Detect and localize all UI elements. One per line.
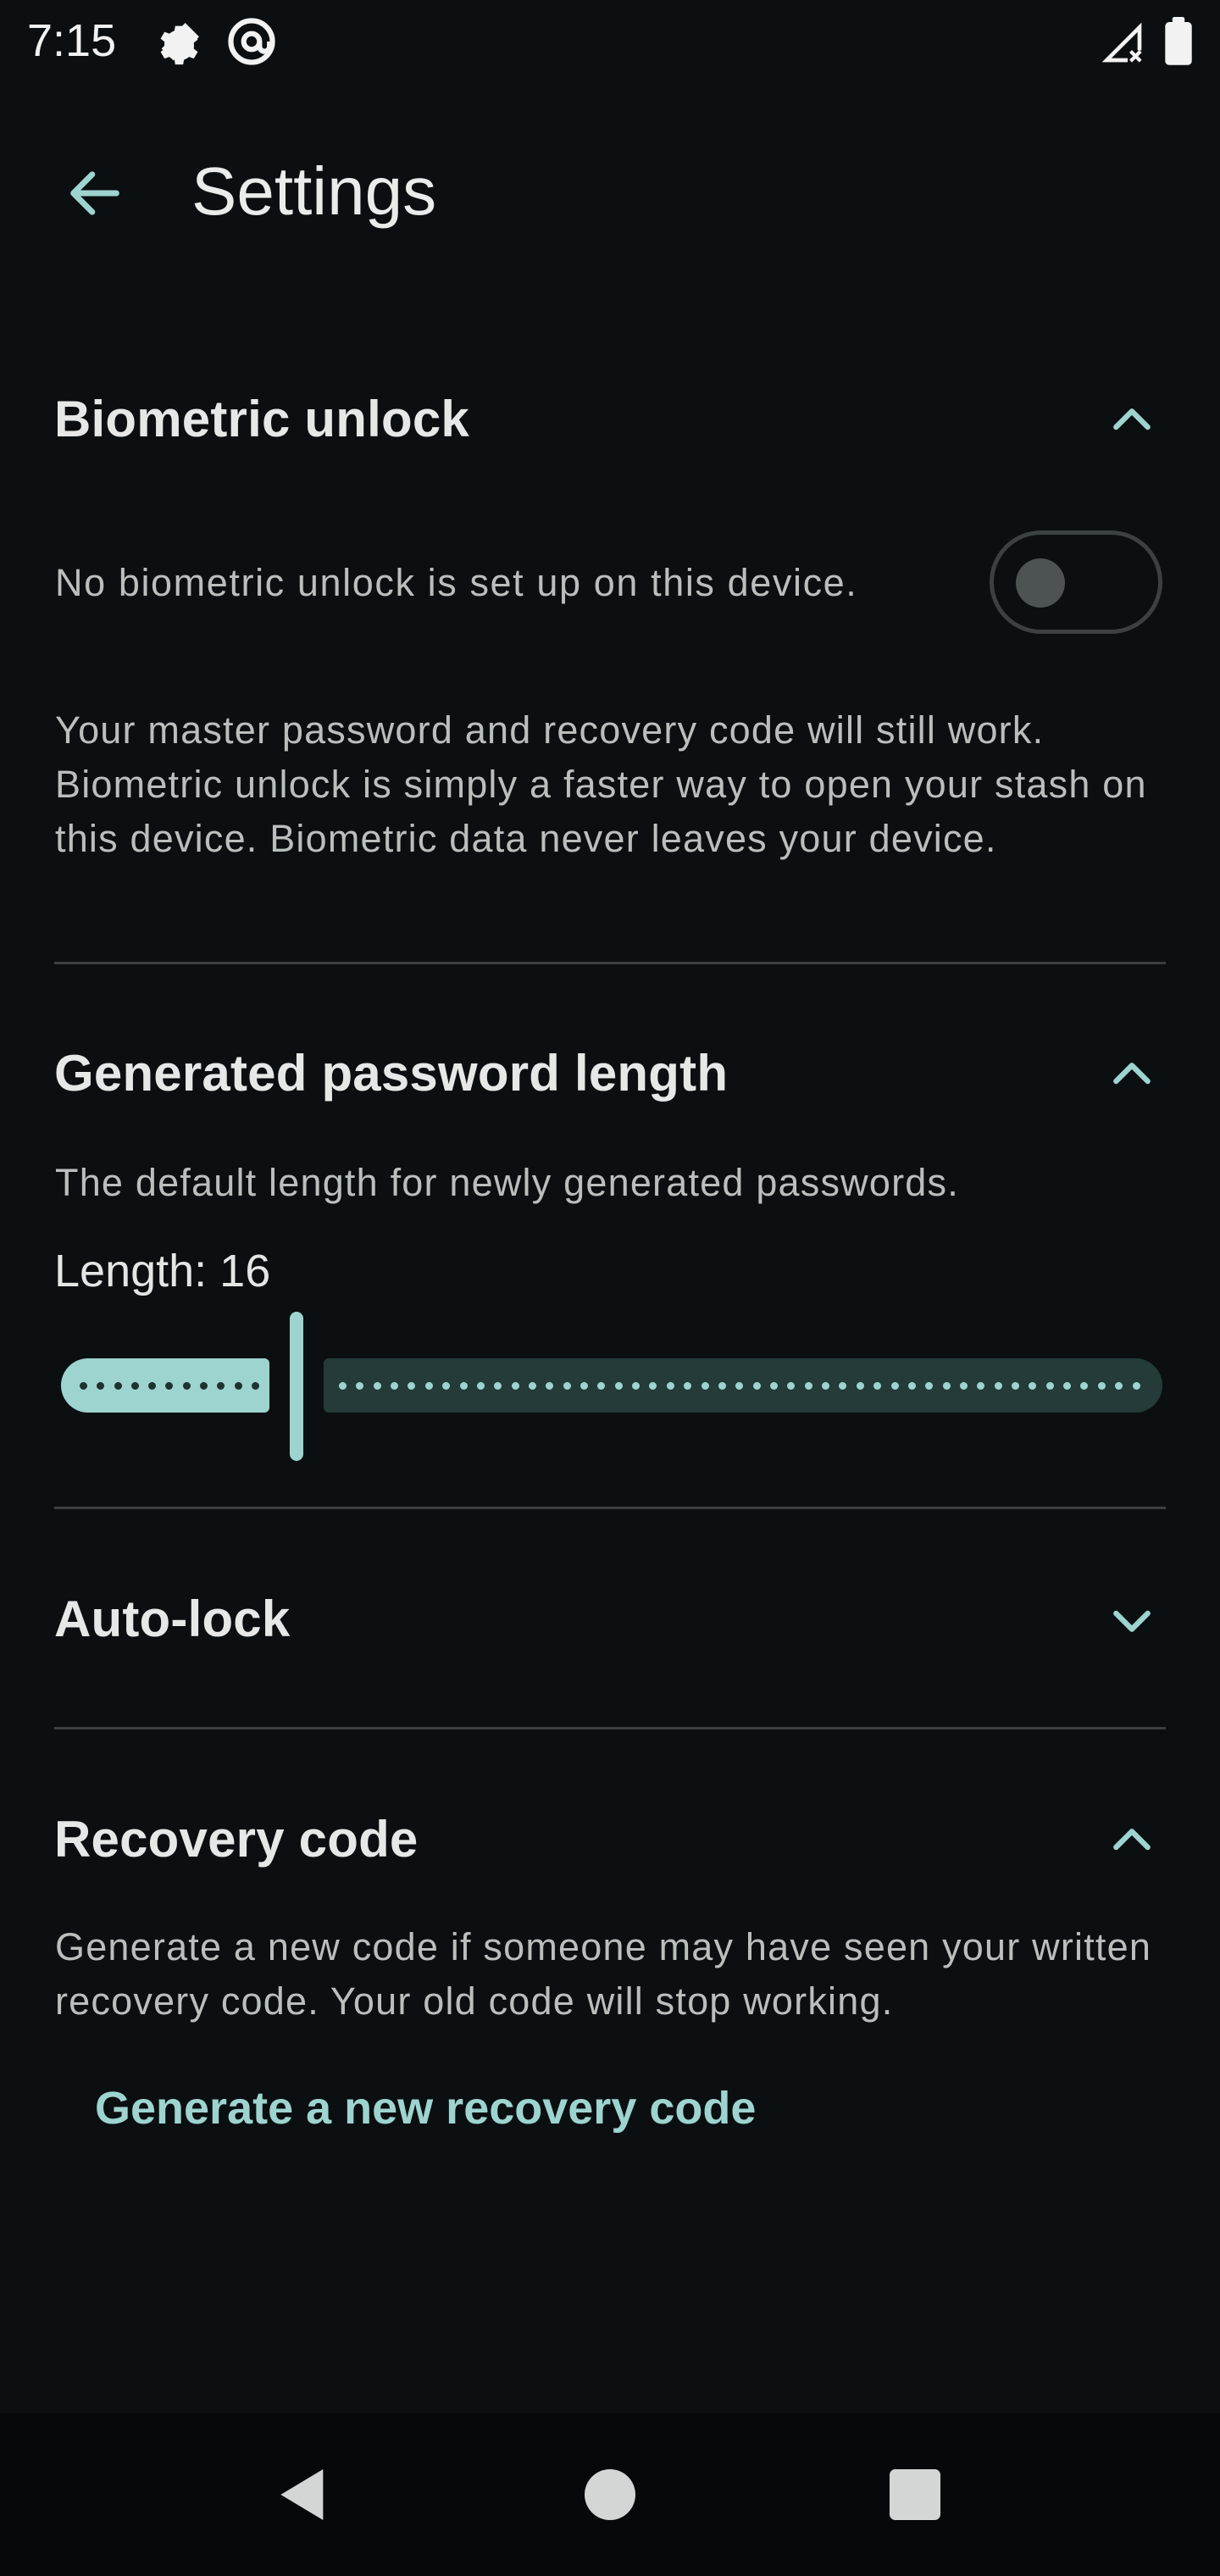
slider-tick-dot [649,1381,657,1390]
slider-tick-dot [718,1381,726,1390]
status-time: 7:15 [27,15,117,66]
section-title: Recovery code [54,1811,419,1868]
slider-tick-dot [994,1381,1002,1390]
slider-tick-dot [684,1381,692,1390]
section-title: Biometric unlock [54,391,469,447]
slider-tick-dot [1029,1381,1037,1390]
slider-tick-dot [1080,1381,1089,1390]
slider-tick-dot [80,1381,87,1390]
biometric-toggle-label: No biometric unlock is set up on this de… [55,561,858,604]
slider-tick-dot [373,1381,381,1390]
slider-tick-dot [339,1381,347,1390]
no-signal-satellite-icon [161,23,199,61]
slider-tick-dot [925,1381,934,1390]
chevron-up-icon [1113,1063,1151,1085]
status-bar: 7:15 [0,0,1220,81]
password-length-description: The default length for newly generated p… [55,1161,959,1204]
slider-tick-dot [114,1381,122,1390]
section-header-autolock[interactable]: Auto-lock [54,1573,1166,1666]
app-bar: Settings [0,127,1220,254]
slider-tick-dot [752,1381,761,1390]
slider-tick-dot [1045,1381,1054,1390]
slider-tick-dot [822,1381,830,1390]
length-value-label: Length: 16 [54,1246,271,1296]
system-nav-bar [0,2413,1220,2576]
slider-active-track [61,1358,269,1413]
slider-tick-dot [130,1381,139,1390]
cellular-no-signal-icon [1101,22,1142,63]
slider-tick-dot [839,1381,847,1390]
recents-square-icon[interactable] [881,2461,949,2529]
arrow-back-icon [70,171,119,215]
password-length-slider[interactable] [61,1312,1162,1461]
slider-tick-dot [200,1381,208,1390]
slider-tick-dot [408,1381,416,1390]
slider-tick-dot [546,1381,554,1390]
slider-tick-dot [632,1381,640,1390]
slider-tick-dot [563,1381,571,1390]
slider-tick-dot [735,1381,744,1390]
battery-full-icon [1165,17,1192,65]
slider-tick-dot [856,1381,864,1390]
slider-tick-dot [234,1381,242,1390]
slider-tick-dot [614,1381,623,1390]
section-header-biometric[interactable]: Biometric unlock [54,373,1166,466]
home-circle-icon[interactable] [576,2461,644,2529]
slider-tick-dot [251,1381,259,1390]
at-sign-icon [228,18,275,65]
slider-tick-dot [1132,1381,1140,1390]
slider-tick-dot [424,1381,433,1390]
slider-tick-dot [666,1381,674,1390]
slider-tick-dot [148,1381,157,1390]
toggle-knob [1016,558,1065,608]
slider-tick-dot [1063,1381,1072,1390]
chevron-up-icon [1113,1829,1151,1851]
biometric-description: Your master password and recovery code w… [55,708,1147,860]
slider-tick-dot [511,1381,519,1390]
back-button[interactable] [53,151,137,236]
slider-tick-dot [165,1381,174,1390]
slider-tick-dot [217,1381,225,1390]
slider-tick-dot [907,1381,916,1390]
slider-tick-dot [597,1381,606,1390]
section-title: Auto-lock [54,1591,291,1647]
back-triangle-icon[interactable] [269,2461,337,2529]
slider-tick-dot [1097,1381,1106,1390]
page-title: Settings [191,153,437,229]
chevron-down-icon [1113,1610,1151,1632]
slider-inactive-track [324,1358,1162,1413]
slider-tick-dot [391,1381,399,1390]
biometric-toggle-switch[interactable] [990,530,1162,634]
slider-tick-dot [942,1381,951,1390]
section-header-recovery[interactable]: Recovery code [54,1793,1166,1886]
divider [54,962,1166,964]
slider-tick-dot [182,1381,191,1390]
slider-tick-dot [528,1381,536,1390]
slider-tick-dot [356,1381,364,1390]
slider-tick-dot [1115,1381,1123,1390]
recovery-description: Generate a new code if someone may have … [55,1925,1152,2023]
slider-tick-dot [959,1381,968,1390]
divider [54,1507,1166,1509]
slider-tick-dot [769,1381,778,1390]
slider-tick-dot [97,1381,105,1390]
slider-tick-dot [494,1381,502,1390]
slider-tick-dot [804,1381,812,1390]
slider-tick-dot [701,1381,709,1390]
slider-tick-dot [977,1381,985,1390]
generate-recovery-code-button[interactable]: Generate a new recovery code [95,2074,756,2142]
section-title: Generated password length [54,1045,729,1102]
slider-handle[interactable] [290,1312,303,1461]
slider-tick-dot [442,1381,451,1390]
slider-tick-dot [459,1381,468,1390]
slider-tick-dot [787,1381,796,1390]
slider-tick-dot [476,1381,485,1390]
chevron-up-icon [1113,408,1151,430]
section-header-password-length[interactable]: Generated password length [54,1027,1166,1120]
slider-tick-dot [890,1381,899,1390]
slider-tick-dot [580,1381,589,1390]
slider-tick-dot [873,1381,882,1390]
slider-tick-dot [1012,1381,1020,1390]
divider [54,1727,1166,1729]
